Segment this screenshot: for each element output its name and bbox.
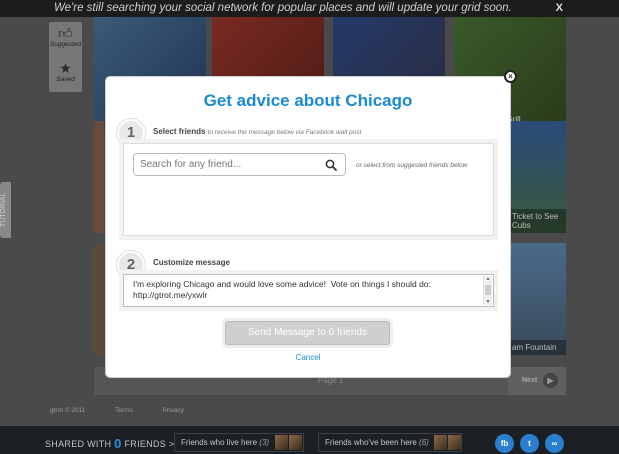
friend-avatar: [434, 435, 447, 450]
cancel-link[interactable]: Cancel: [106, 353, 510, 362]
thumbs-up-icon: 👍︎: [58, 25, 73, 41]
scroll-up-icon[interactable]: ▲: [484, 276, 492, 282]
friends-live-here-button[interactable]: Friends who live here (3): [174, 433, 304, 452]
place-tile[interactable]: am Fountain: [508, 243, 566, 355]
customize-message-label: Customize message: [153, 258, 230, 267]
footer-links: gtrot © 2011 Terms Privacy: [50, 407, 212, 414]
bottom-bar: SHARED WITH 0 FRIENDS > Friends who live…: [0, 426, 619, 454]
friend-avatar: [448, 435, 461, 450]
saved-label: Saved: [56, 76, 75, 83]
tile-caption: am Fountain: [508, 340, 566, 355]
shared-prefix: SHARED WITH: [45, 439, 112, 449]
suggested-friends-hint: or select from suggested friends below: [356, 162, 468, 169]
friend-avatar: [275, 435, 288, 450]
side-toolbar: 👍︎ Suggested ★ Saved: [49, 22, 82, 92]
suggested-label: Suggested: [49, 41, 82, 48]
send-message-button[interactable]: Send Message to 0 friends: [225, 321, 390, 345]
saved-tool[interactable]: ★ Saved: [49, 57, 82, 92]
message-box: I'm exploring Chicago and would love som…: [123, 274, 494, 307]
advice-dialog: Get advice about Chicago 1 Select friend…: [106, 77, 510, 377]
shared-count: 0: [114, 436, 122, 451]
banner-close-button[interactable]: X: [556, 0, 563, 17]
terms-link[interactable]: Terms: [115, 407, 133, 414]
star-icon: ★: [59, 60, 72, 76]
privacy-link[interactable]: Privacy: [163, 407, 184, 414]
link-icon[interactable]: ∞: [545, 434, 564, 453]
scroll-thumb[interactable]: [485, 285, 491, 295]
twitter-icon[interactable]: t: [520, 434, 539, 453]
tile-caption: Ticket to See Cubs: [508, 209, 566, 233]
place-tile[interactable]: Ticket to See Cubs: [508, 121, 566, 233]
next-label: Next: [522, 377, 538, 384]
place-tile[interactable]: [94, 243, 104, 355]
dialog-title: Get advice about Chicago: [203, 91, 413, 110]
been-here-label: Friends who've been here: [325, 438, 417, 447]
friend-search-box[interactable]: [133, 153, 346, 176]
select-friends-label: Select friends: [153, 127, 206, 136]
been-here-count: (6): [419, 438, 429, 447]
friend-search-input[interactable]: [140, 157, 315, 172]
arrow-right-icon: ▶: [543, 373, 558, 388]
page-label: Page 1: [318, 376, 344, 385]
shared-with-label[interactable]: SHARED WITH 0 FRIENDS >: [45, 435, 175, 451]
suggested-tool[interactable]: 👍︎ Suggested: [49, 22, 82, 57]
place-tile[interactable]: [94, 121, 104, 233]
tutorial-tab[interactable]: TUTORIAL: [0, 182, 11, 238]
friend-selector-panel: or select from suggested friends below: [123, 143, 494, 236]
banner-message: We're still searching your social networ…: [54, 2, 512, 14]
live-here-label: Friends who live here: [181, 438, 258, 447]
friends-been-here-button[interactable]: Friends who've been here (6): [318, 433, 462, 452]
scroll-down-icon[interactable]: ▼: [484, 299, 492, 305]
dialog-close-icon[interactable]: ×: [504, 70, 517, 83]
live-here-count: (3): [259, 438, 270, 447]
next-button[interactable]: Next ▶: [508, 367, 566, 395]
copyright-text: gtrot © 2011: [50, 407, 86, 414]
select-friends-sublabel: to receive the message below via Faceboo…: [207, 129, 362, 136]
message-scrollbar[interactable]: ▲ ▼: [483, 276, 492, 305]
facebook-icon[interactable]: fb: [495, 434, 514, 453]
shared-suffix: FRIENDS >: [124, 439, 175, 449]
friend-avatar: [289, 435, 302, 450]
select-friends-heading: Select friends to receive the message be…: [153, 127, 361, 136]
notification-banner: We're still searching your social networ…: [0, 0, 619, 17]
search-icon[interactable]: [325, 159, 337, 171]
message-textarea[interactable]: I'm exploring Chicago and would love som…: [124, 275, 483, 306]
